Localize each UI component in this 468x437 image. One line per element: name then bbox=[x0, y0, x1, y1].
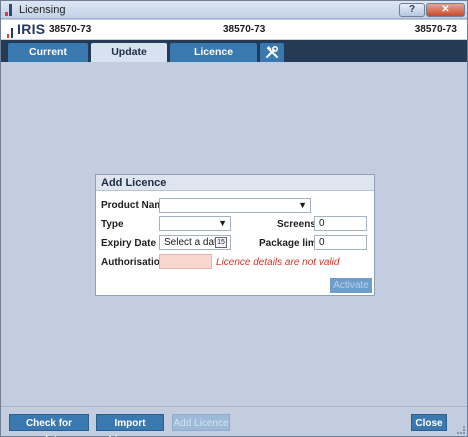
package-limit-input[interactable]: 0 bbox=[314, 235, 367, 250]
logo-text: IRIS bbox=[17, 21, 46, 37]
screens-label: Screens bbox=[277, 219, 316, 230]
licensing-window: Licensing ? ✕ IRIS 38570-73 38570-73 385… bbox=[0, 0, 468, 437]
product-name-select[interactable]: ▼ bbox=[159, 198, 311, 213]
tab-update-licences[interactable]: Update Licences bbox=[91, 43, 167, 77]
header-code-left: 38570-73 bbox=[49, 24, 92, 35]
footer-bar: Check for updates Import Licences Add Li… bbox=[1, 406, 467, 437]
close-window-button[interactable]: ✕ bbox=[426, 3, 465, 17]
header-code-center: 38570-73 bbox=[223, 24, 266, 35]
chevron-down-icon: ▼ bbox=[298, 200, 307, 210]
import-licences-button[interactable]: Import Licences bbox=[96, 414, 164, 437]
tab-bar: Current Licences Update Licences Licence… bbox=[1, 40, 467, 77]
check-for-updates-button[interactable]: Check for updates bbox=[9, 414, 89, 437]
title-bar: Licensing ? ✕ bbox=[1, 1, 467, 19]
app-icon bbox=[5, 4, 15, 16]
help-button[interactable]: ? bbox=[399, 3, 425, 17]
add-licence-panel: Add Licence Product Name ▼ Type ▼ Screen… bbox=[95, 174, 375, 296]
app-header: IRIS 38570-73 38570-73 38570-73 bbox=[1, 20, 467, 40]
type-label: Type bbox=[101, 219, 124, 230]
add-licence-button[interactable]: Add Licence bbox=[172, 414, 230, 431]
type-select[interactable]: ▼ bbox=[159, 216, 231, 231]
chevron-down-icon: ▼ bbox=[218, 218, 227, 228]
panel-title: Add Licence bbox=[96, 175, 374, 191]
expiry-date-label: Expiry Date bbox=[101, 238, 157, 249]
expiry-date-picker[interactable]: Select a date 15 bbox=[159, 235, 231, 250]
tab-tools[interactable] bbox=[260, 43, 284, 62]
close-button[interactable]: Close bbox=[411, 414, 447, 431]
authorisation-label: Authorisation bbox=[101, 257, 166, 268]
tab-current-licences[interactable]: Current Licences bbox=[8, 43, 88, 77]
calendar-icon[interactable]: 15 bbox=[215, 237, 227, 248]
tab-licence-agreement[interactable]: Licence Agreement bbox=[170, 43, 257, 77]
tools-icon bbox=[266, 46, 278, 58]
screens-input[interactable]: 0 bbox=[314, 216, 367, 231]
resize-grip[interactable] bbox=[457, 426, 465, 434]
validation-error: Licence details are not valid bbox=[216, 257, 340, 268]
window-title: Licensing bbox=[19, 4, 66, 16]
activate-button[interactable]: Activate bbox=[330, 278, 372, 293]
authorisation-input[interactable] bbox=[159, 254, 212, 269]
header-code-right: 38570-73 bbox=[414, 24, 457, 35]
